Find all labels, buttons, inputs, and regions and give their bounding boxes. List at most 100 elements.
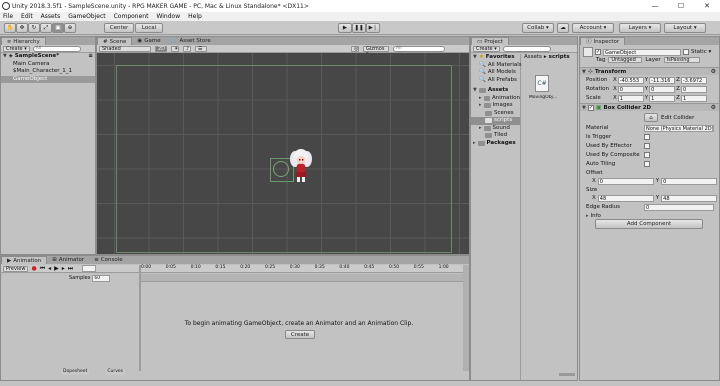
position-x-field[interactable]: -40.553 bbox=[617, 76, 644, 84]
edit-collider-icon[interactable]: ⌂ bbox=[644, 113, 658, 122]
hand-tool-icon[interactable]: ✋ bbox=[4, 23, 16, 33]
script-file-label[interactable]: MovingObj... bbox=[527, 95, 559, 100]
favorites-header[interactable]: ▼ ★ Favorites bbox=[471, 54, 520, 62]
offset-y-field[interactable]: 0 bbox=[661, 177, 718, 185]
hierarchy-item-gameobject[interactable]: GameObject bbox=[1, 75, 95, 83]
rotation-y-field[interactable]: 0 bbox=[649, 85, 676, 93]
menu-edit[interactable]: Edit bbox=[21, 13, 33, 20]
folder-sound[interactable]: ▸ Sound bbox=[471, 125, 520, 133]
position-z-field[interactable]: -3.6972 bbox=[680, 76, 707, 84]
account-dropdown[interactable]: Account ▾ bbox=[572, 23, 614, 33]
breadcrumb-assets[interactable]: Assets bbox=[524, 54, 542, 60]
favorites-all-models[interactable]: 🔍 All Models bbox=[471, 69, 520, 77]
pivot-center-button[interactable]: Center bbox=[104, 23, 134, 33]
pivot-space-button[interactable]: Local bbox=[135, 23, 163, 33]
pause-icon[interactable]: ❚❚ bbox=[352, 23, 366, 33]
breadcrumb-scripts[interactable]: scripts bbox=[549, 54, 570, 60]
scene-visibility-icon[interactable]: ◎ bbox=[351, 45, 359, 52]
packages-root[interactable]: ▸ Packages bbox=[471, 140, 520, 148]
tab-asset-store[interactable]: 🛒 Asset Store bbox=[166, 37, 216, 45]
layout-dropdown[interactable]: Layout ▾ bbox=[664, 23, 706, 33]
static-dropdown[interactable]: Static ▾ bbox=[691, 49, 711, 55]
size-x-field[interactable]: 48 bbox=[597, 194, 654, 202]
folder-tiled[interactable]: Tiled bbox=[471, 132, 520, 140]
samples-field[interactable]: 60 bbox=[92, 274, 111, 282]
size-y-field[interactable]: 48 bbox=[661, 194, 718, 202]
menu-component[interactable]: Component bbox=[114, 13, 149, 20]
next-frame-icon[interactable]: ▸ bbox=[62, 265, 65, 272]
move-tool-icon[interactable]: ✥ bbox=[16, 23, 28, 33]
play-icon[interactable]: ▶ bbox=[338, 23, 352, 33]
favorites-all-materials[interactable]: 🔍 All Materials bbox=[471, 62, 522, 70]
layer-dropdown[interactable]: IsPassing bbox=[663, 57, 700, 63]
tab-hierarchy[interactable]: ≡ Hierarchy bbox=[1, 37, 46, 45]
play-anim-icon[interactable]: ▶ bbox=[54, 265, 59, 272]
menu-window[interactable]: Window bbox=[156, 13, 180, 20]
gameobject-name-field[interactable]: GameObject bbox=[603, 48, 681, 56]
step-icon[interactable]: ▶❘ bbox=[366, 23, 380, 33]
scale-x-field[interactable]: 1 bbox=[617, 94, 644, 102]
icon-size-slider[interactable] bbox=[559, 373, 575, 376]
tab-animator[interactable]: ⊞ Animator bbox=[47, 256, 89, 264]
is-trigger-checkbox[interactable] bbox=[644, 134, 650, 140]
audio-icon[interactable]: ♪ bbox=[183, 45, 191, 52]
tag-dropdown[interactable]: Untagged bbox=[608, 57, 643, 63]
vertical-scrollbar[interactable] bbox=[463, 265, 469, 371]
rotation-x-field[interactable]: 0 bbox=[617, 85, 644, 93]
first-frame-icon[interactable]: ⏮ bbox=[40, 265, 45, 273]
collider-enabled-checkbox[interactable] bbox=[587, 104, 594, 111]
minimize-button[interactable]: — bbox=[642, 0, 668, 12]
offset-x-field[interactable]: 0 bbox=[597, 177, 654, 185]
hierarchy-create-button[interactable]: Create ▾ bbox=[3, 45, 30, 52]
edge-radius-field[interactable]: 0 bbox=[644, 203, 714, 211]
record-icon[interactable]: ● bbox=[31, 265, 36, 272]
menu-gameobject[interactable]: GameObject bbox=[68, 13, 105, 20]
folder-scripts[interactable]: scripts bbox=[471, 117, 520, 125]
scene-viewport[interactable] bbox=[97, 53, 469, 254]
close-button[interactable]: ✕ bbox=[694, 0, 720, 12]
tab-project[interactable]: ▭ Project bbox=[471, 37, 510, 45]
box-collider-header[interactable]: ▼▣ Box Collider 2D ⚙ bbox=[580, 103, 719, 111]
prev-frame-icon[interactable]: ◂ bbox=[48, 265, 51, 272]
hierarchy-item-main-character[interactable]: $Main_Character_1_1 bbox=[1, 68, 95, 76]
scene-root[interactable]: ▼ ◈ SampleScene* ≡ bbox=[1, 53, 95, 61]
tab-curves[interactable]: Curves bbox=[105, 369, 125, 375]
material-field[interactable]: None (Physics Material 2D) bbox=[644, 124, 714, 132]
scale-tool-icon[interactable]: ⤢ bbox=[40, 23, 52, 33]
effects-icon[interactable]: ☰ bbox=[195, 45, 207, 52]
active-checkbox[interactable] bbox=[595, 49, 601, 55]
scale-z-field[interactable]: 1 bbox=[680, 94, 707, 102]
gizmos-dropdown[interactable]: Gizmos ▾ bbox=[363, 45, 389, 56]
add-component-button[interactable]: Add Component bbox=[595, 219, 703, 229]
menu-assets[interactable]: Assets bbox=[41, 13, 61, 20]
used-by-effector-checkbox[interactable] bbox=[644, 143, 650, 149]
menu-help[interactable]: Help bbox=[188, 13, 202, 20]
folder-images[interactable]: ▸ Images bbox=[471, 102, 520, 110]
favorites-all-prefabs[interactable]: 🔍 All Prefabs bbox=[471, 77, 520, 85]
static-checkbox[interactable] bbox=[683, 49, 689, 55]
tab-inspector[interactable]: ⓘ Inspector bbox=[580, 37, 626, 45]
transform-tool-icon[interactable]: ⊕ bbox=[64, 23, 76, 33]
rotation-z-field[interactable]: 0 bbox=[680, 85, 707, 93]
tab-game[interactable]: ◉ Game bbox=[132, 37, 165, 45]
collab-button[interactable]: Collab ▾ bbox=[522, 23, 554, 33]
preview-button[interactable]: Preview bbox=[3, 265, 29, 272]
mode-2d-toggle[interactable]: 2D bbox=[155, 45, 167, 52]
frame-field[interactable] bbox=[82, 265, 97, 272]
hierarchy-search-input[interactable]: All bbox=[32, 45, 81, 52]
rect-tool-icon[interactable]: ▣ bbox=[52, 23, 64, 33]
component-menu-icon[interactable]: ⚙ bbox=[711, 104, 716, 111]
lighting-icon[interactable]: ☀ bbox=[171, 45, 179, 52]
scale-y-field[interactable]: 1 bbox=[649, 94, 676, 102]
used-by-composite-checkbox[interactable] bbox=[644, 152, 650, 158]
tab-animation[interactable]: ▶ Animation bbox=[1, 256, 48, 264]
tab-scene[interactable]: # Scene bbox=[97, 37, 133, 45]
tab-console[interactable]: ≡ Console bbox=[89, 256, 127, 264]
hierarchy-item-main-camera[interactable]: Main Camera bbox=[1, 61, 95, 69]
create-animation-button[interactable]: Create bbox=[285, 330, 315, 339]
rotate-tool-icon[interactable]: ↻ bbox=[28, 23, 40, 33]
maximize-button[interactable]: ☐ bbox=[668, 0, 694, 12]
layers-dropdown[interactable]: Layers ▾ bbox=[619, 23, 661, 33]
position-y-field[interactable]: -11.316 bbox=[649, 76, 676, 84]
auto-tiling-checkbox[interactable] bbox=[644, 161, 650, 167]
